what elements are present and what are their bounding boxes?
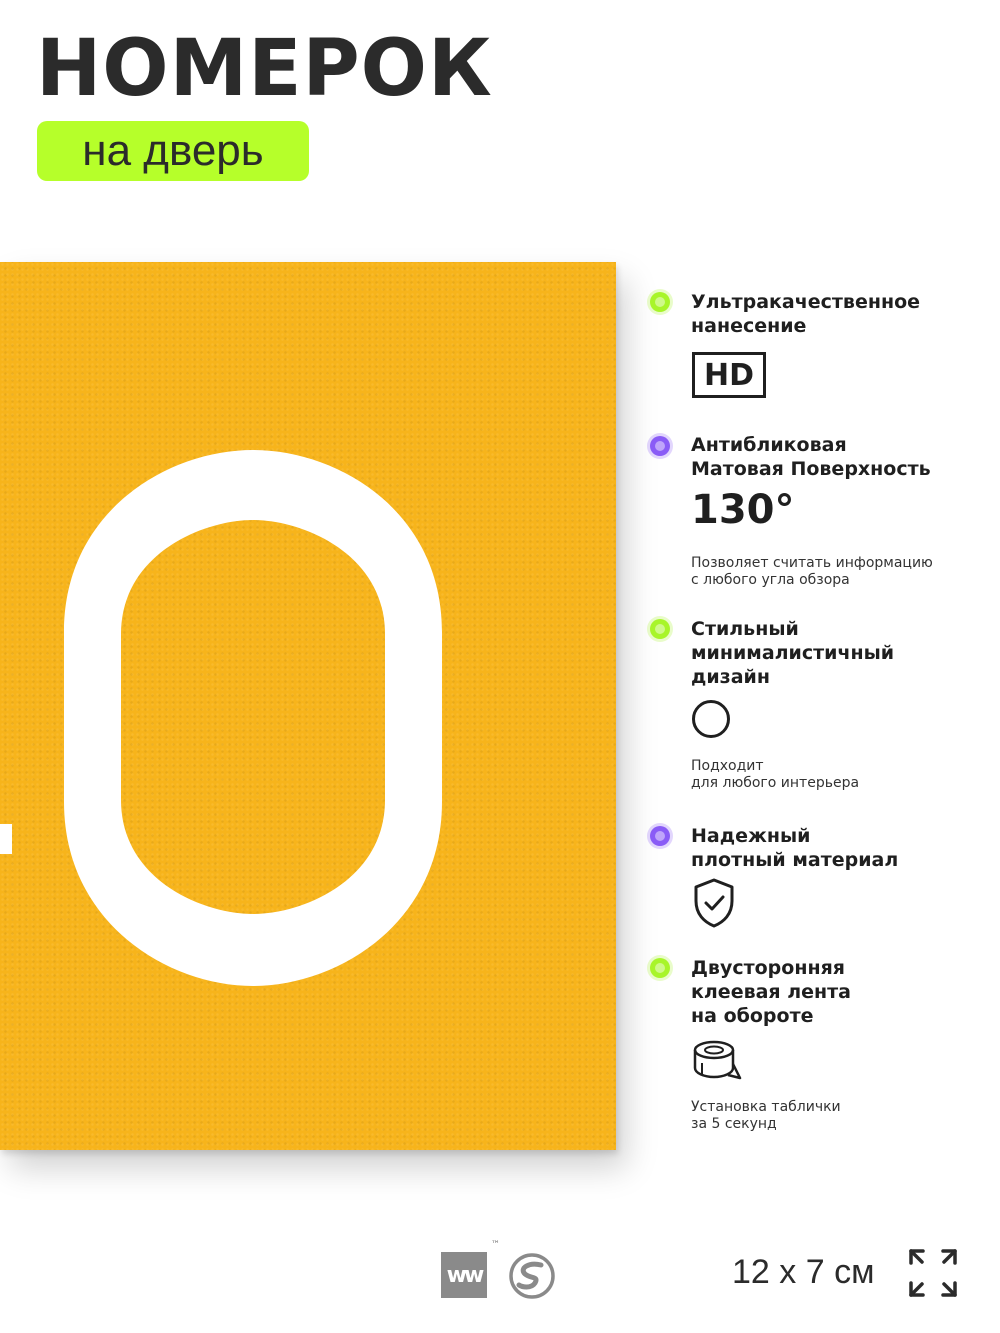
tape-roll-icon xyxy=(693,1040,742,1080)
feature-note-design: Подходит для любого интерьера xyxy=(691,758,860,791)
brand-logos: ww ™ xyxy=(441,1240,561,1300)
page-title: НОМЕРОК xyxy=(36,24,493,114)
bullet-green-icon xyxy=(650,292,670,312)
door-number-plate xyxy=(0,262,616,1150)
subtitle-badge: на дверь xyxy=(37,121,309,181)
ww-logo: ww xyxy=(441,1252,487,1298)
hd-badge-text: HD xyxy=(703,357,754,393)
feature-title-matte: Антибликовая Матовая Поверхность xyxy=(691,434,931,480)
bullet-purple-icon xyxy=(650,436,670,456)
expand-arrows-icon xyxy=(909,1249,957,1297)
hd-icon: HD xyxy=(692,352,766,398)
size-label: 12 x 7 см xyxy=(732,1253,875,1291)
ww-logo-text: ww xyxy=(446,1262,485,1288)
feature-note-tape: Установка таблички за 5 секунд xyxy=(691,1099,841,1132)
feature-title-design: Стильный минималистичный дизайн xyxy=(691,618,895,688)
digit-zero xyxy=(64,450,442,986)
subtitle-text: на дверь xyxy=(82,126,264,175)
circle-icon xyxy=(692,700,730,738)
trademark-mark: ™ xyxy=(491,1240,500,1250)
feature-note-angle: Позволяет считать информацию с любого уг… xyxy=(691,555,933,588)
plate-digits xyxy=(0,450,442,986)
bullet-green-icon xyxy=(650,619,670,639)
s-logo-icon xyxy=(509,1253,555,1299)
feature-title-tape: Двусторонняя клеевая лента на обороте xyxy=(691,957,852,1027)
viewing-angle-value: 130° xyxy=(691,487,795,533)
shield-check-icon xyxy=(694,878,734,928)
feature-title-hd: Ультракачественное нанесение xyxy=(691,291,921,337)
bullet-purple-icon xyxy=(650,826,670,846)
feature-title-material: Надежный плотный материал xyxy=(691,825,899,871)
bullet-green-icon xyxy=(650,958,670,978)
